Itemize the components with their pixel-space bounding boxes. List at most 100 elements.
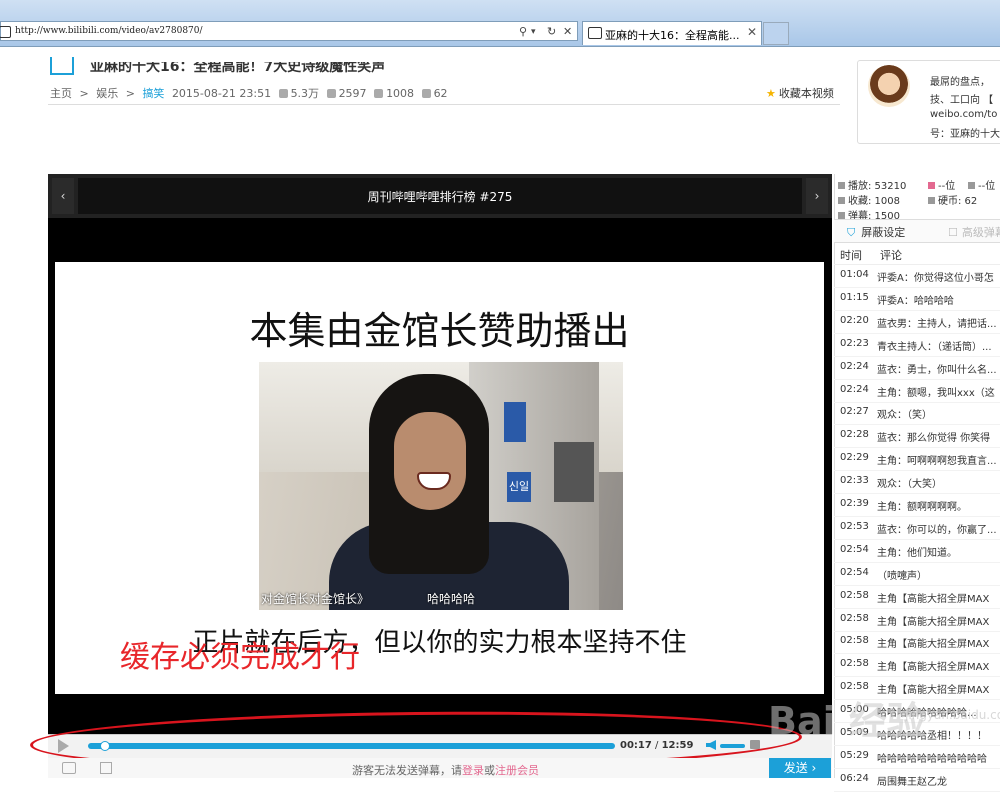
coin-icon	[928, 197, 935, 204]
comment-text: 主角【高能大招全屏MAX	[877, 662, 990, 674]
address-bar[interactable]: http://www.bilibili.com/video/av2780870/…	[0, 21, 578, 41]
uploader-desc-line: 最屌的盘点，	[930, 77, 990, 88]
breadcrumb-funny[interactable]: 搞笑	[142, 87, 164, 100]
comment-text: 主角【高能大招全屏MAX	[877, 616, 990, 628]
rank-icon	[928, 182, 935, 189]
favorite-video-button[interactable]: ★ 收藏本视频	[766, 85, 834, 101]
comment-time: 05:29	[840, 749, 869, 761]
video-scene-image: 신일 对金馆长对金馆长》 哈哈哈哈	[259, 362, 623, 610]
comment-row[interactable]: 06:24 局围舞王赵乙龙	[834, 768, 1000, 792]
comment-text: 主角：额嗯，我叫xxx（这	[877, 387, 995, 399]
comment-row[interactable]: 02:24 蓝衣：勇士，你叫什么名...	[834, 356, 1000, 380]
refresh-icon[interactable]: ↻	[547, 25, 556, 38]
play-icon	[838, 182, 845, 189]
comment-time: 02:23	[840, 337, 869, 349]
comment-row[interactable]: 02:58 主角【高能大招全屏MAX	[834, 630, 1000, 655]
avatar[interactable]	[868, 65, 910, 107]
tab-close-icon[interactable]: ✕	[747, 25, 757, 39]
comment-row[interactable]: 02:58 主角【高能大招全屏MAX	[834, 585, 1000, 609]
register-link[interactable]: 注册会员	[495, 764, 539, 777]
stop-icon[interactable]: ✕	[563, 25, 572, 38]
url-text[interactable]: http://www.bilibili.com/video/av2780870/	[15, 26, 203, 36]
comment-row[interactable]: 05:29 哈哈哈哈哈哈哈哈哈哈哈	[834, 745, 1000, 769]
comment-row[interactable]: 01:04 评委A：你觉得这位小哥怎	[834, 264, 1000, 288]
comment-row[interactable]: 02:53 蓝衣：你可以的，你赢了...	[834, 516, 1000, 540]
danmaku-icon	[326, 89, 336, 98]
tab-title: 亚麻的十大16：全程高能...	[605, 29, 740, 42]
comment-row[interactable]: 02:24 主角：额嗯，我叫xxx（这	[834, 379, 1000, 403]
advanced-icon: ☐	[948, 226, 958, 239]
stat-rank: --位	[968, 177, 995, 192]
comment-time: 02:54	[840, 566, 869, 578]
comment-time: 01:04	[840, 269, 869, 280]
comment-row[interactable]: 02:33 观众：（大笑）	[834, 470, 1000, 495]
comment-text: 观众：（大笑）	[877, 479, 942, 491]
comment-time: 02:53	[840, 520, 869, 532]
stat-coins: 硬币: 62	[928, 192, 977, 207]
column-header-time[interactable]: 时间	[840, 247, 862, 263]
comment-row[interactable]: 02:39 主角：额啊啊啊啊。	[834, 493, 1000, 517]
dropdown-icon[interactable]: ▾	[531, 27, 536, 37]
comment-text: 青衣主持人：（递话筒）...	[877, 341, 992, 353]
comment-row[interactable]: 02:54 （喷嚏声）	[834, 562, 1000, 586]
comment-text: 主角：他们知道。	[877, 547, 957, 559]
tab-advanced-danmaku[interactable]: ☐高级弹幕	[948, 224, 1000, 240]
comment-time: 02:58	[840, 658, 869, 670]
player-title[interactable]: 周刊哔哩哔哩排行榜 #275	[78, 188, 802, 205]
comment-text: 蓝衣：勇士，你叫什么名...	[877, 364, 997, 376]
slide-heading: 本集由金馆长赞助播出	[249, 309, 630, 353]
guest-notice-text: 游客无法发送弹幕，请	[352, 764, 462, 777]
video-frame[interactable]: 本集由金馆长赞助播出 신일 对金馆长对金馆长》 哈哈哈哈 正片就在后方，但以你的…	[55, 262, 824, 694]
comment-text: 评委A：哈哈哈哈	[877, 295, 954, 307]
comment-row[interactable]: 02:54 主角：他们知道。	[834, 539, 1000, 563]
comment-time: 02:54	[840, 543, 869, 555]
comment-time: 06:24	[840, 772, 869, 784]
comment-row[interactable]: 02:20 蓝衣男：主持人，请把话...	[834, 310, 1000, 334]
comment-text: 蓝衣：你可以的，你赢了...	[877, 524, 997, 536]
search-icon[interactable]: ⚲	[519, 25, 527, 38]
next-arrow-icon[interactable]: ›	[806, 178, 828, 214]
stat-plays: 播放: 53210	[838, 177, 906, 192]
comment-row[interactable]: 02:23 青衣主持人：（递话筒）...	[834, 333, 1000, 357]
play-count: 5.3万	[278, 87, 319, 100]
breadcrumb-separator: >	[125, 87, 135, 100]
star-icon	[838, 197, 845, 204]
tab-shield-settings[interactable]: ⛉ 屏蔽设定	[847, 224, 905, 240]
danmaku-icon	[838, 212, 845, 219]
upload-date: 2015-08-21 23:51	[171, 87, 272, 100]
comment-time: 02:29	[840, 452, 869, 464]
comment-text: 局围舞王赵乙龙	[877, 776, 947, 788]
comment-row[interactable]: 02:28 蓝衣：那么你觉得 你笑得	[834, 424, 1000, 449]
uploader-card: 最屌的盘点， 技、工口向 【 weibo.com/to 号：亚麻的十大	[857, 60, 1000, 144]
breadcrumb-home[interactable]: 主页	[50, 87, 72, 100]
comment-text: 主角：呵啊啊啊恕我直言...	[877, 456, 997, 468]
comment-row[interactable]: 02:58 主角【高能大招全屏MAX	[834, 608, 1000, 632]
stat-rank: --位	[928, 177, 955, 192]
comment-time: 02:27	[840, 406, 869, 418]
chat-icon[interactable]	[62, 762, 76, 774]
baidu-watermark-url: jingyan.baidu.com	[905, 708, 1000, 722]
breadcrumb-entertainment[interactable]: 娱乐	[96, 87, 118, 100]
new-tab-button[interactable]	[763, 22, 789, 45]
column-header-comment[interactable]: 评论	[880, 247, 902, 263]
login-link[interactable]: 登录	[462, 764, 484, 777]
comment-text: （喷嚏声）	[877, 570, 927, 582]
comment-row[interactable]: 01:15 评委A：哈哈哈哈	[834, 287, 1000, 311]
comment-time: 02:33	[840, 475, 869, 487]
page-title: 亚麻的十大16：全程高能！7大史诗级魔性笑声	[90, 59, 386, 75]
prev-arrow-icon[interactable]: ‹	[52, 178, 74, 214]
uploader-desc-line[interactable]: weibo.com/to	[930, 109, 997, 120]
comment-row[interactable]: 02:29 主角：呵啊啊啊恕我直言...	[834, 447, 1000, 472]
comment-time: 02:58	[840, 589, 869, 601]
shield-icon: ⛉	[847, 226, 856, 239]
comment-text: 蓝衣男：主持人，请把话...	[877, 318, 997, 330]
divider	[48, 104, 840, 105]
danmaku-toggle-icon[interactable]	[100, 762, 112, 774]
player-title-bar: 周刊哔哩哔哩排行榜 #275	[78, 178, 802, 214]
comment-row[interactable]: 02:27 观众：（笑）	[834, 401, 1000, 426]
comment-row[interactable]: 02:58 主角【高能大招全屏MAX	[834, 653, 1000, 678]
send-button[interactable]: 发送 ›	[769, 758, 831, 778]
comment-time: 02:24	[840, 360, 869, 372]
comment-text: 蓝衣：那么你觉得 你笑得	[877, 433, 991, 445]
browser-tab[interactable]: 亚麻的十大16：全程高能... ✕	[582, 21, 762, 45]
